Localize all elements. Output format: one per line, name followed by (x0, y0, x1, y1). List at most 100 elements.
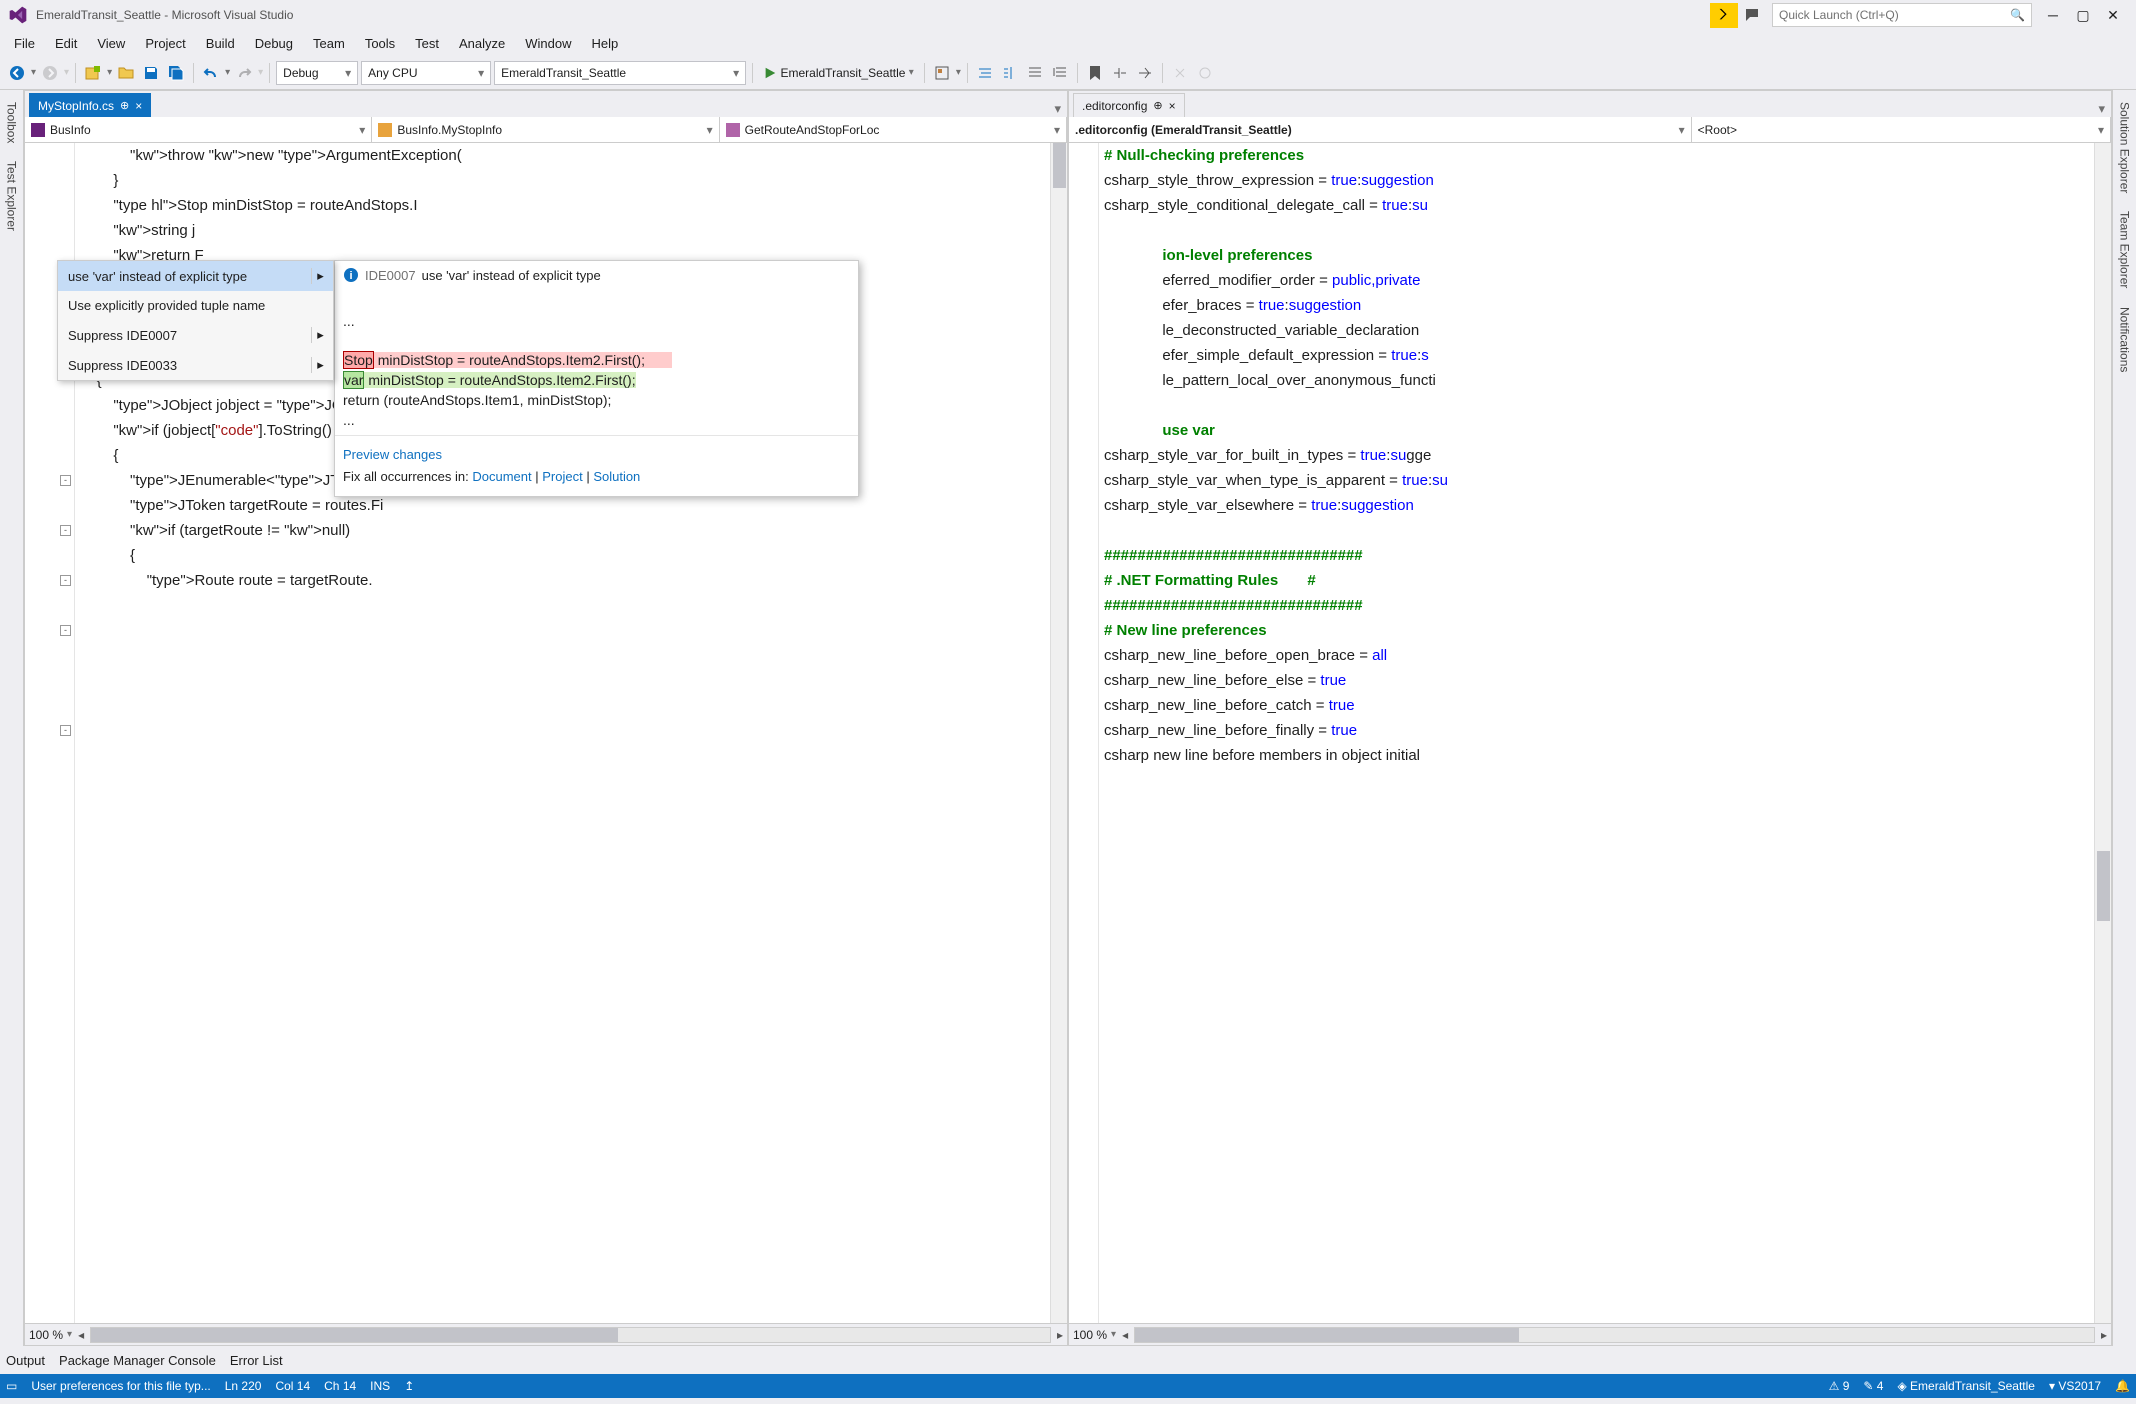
start-debug-button[interactable]: EmeraldTransit_Seattle ▾ (759, 61, 918, 85)
menu-view[interactable]: View (87, 33, 135, 54)
menu-build[interactable]: Build (196, 33, 245, 54)
left-vscrollbar[interactable] (1050, 143, 1067, 1323)
tab-editorconfig[interactable]: .editorconfig ⊕ × (1073, 93, 1185, 117)
preview-description: use 'var' instead of explicit type (422, 268, 601, 283)
status-errors[interactable]: ✎ 4 (1863, 1379, 1883, 1393)
sidebar-tab-test-explorer[interactable]: Test Explorer (5, 155, 19, 237)
tab-output[interactable]: Output (6, 1353, 45, 1368)
menu-analyze[interactable]: Analyze (449, 33, 515, 54)
close-tab-icon[interactable]: × (1169, 99, 1176, 113)
outline-toggle[interactable]: - (60, 625, 71, 636)
status-notifications-icon[interactable]: 🔔 (2115, 1379, 2130, 1393)
toolbar-btn-4[interactable] (1024, 61, 1046, 85)
minimize-button[interactable]: ─ (2038, 5, 2068, 25)
maximize-button[interactable]: ▢ (2068, 5, 2098, 25)
platform-combo[interactable]: Any CPU▾ (361, 61, 491, 85)
toolbar-btn-3[interactable] (999, 61, 1021, 85)
status-ch[interactable]: Ch 14 (324, 1379, 356, 1393)
status-vs-version[interactable]: ▾ VS2017 (2049, 1379, 2101, 1393)
nav-namespace-combo[interactable]: BusInfo▾ (25, 117, 372, 142)
code-line: eferred_modifier_order = public,private (1104, 268, 2093, 293)
new-project-button[interactable] (82, 61, 104, 85)
status-warnings[interactable]: ⚠ 9 (1829, 1379, 1850, 1393)
right-code-editor[interactable]: # Null-checking preferencescsharp_style_… (1069, 143, 2111, 1323)
sidebar-tab-solution-explorer[interactable]: Solution Explorer (2118, 96, 2132, 199)
undo-button[interactable] (200, 61, 222, 85)
pin-icon[interactable]: ⊕ (1153, 99, 1162, 112)
code-line: "type">Route route = targetRoute. (80, 568, 1049, 593)
tab-mystopinfo[interactable]: MyStopInfo.cs ⊕ × (29, 93, 151, 117)
nav-back-button[interactable] (6, 61, 28, 85)
chevron-down-icon[interactable]: ▾ (1048, 101, 1067, 117)
menu-tools[interactable]: Tools (355, 33, 405, 54)
menu-project[interactable]: Project (135, 33, 195, 54)
save-button[interactable] (140, 61, 162, 85)
right-gutter (1069, 143, 1099, 1323)
right-zoom-level[interactable]: 100 % (1073, 1328, 1107, 1342)
chevron-down-icon[interactable]: ▾ (31, 67, 36, 78)
fix-document-link[interactable]: Document (472, 469, 531, 484)
close-button[interactable]: ✕ (2098, 5, 2128, 25)
open-file-button[interactable] (115, 61, 137, 85)
code-line: "kw">if (targetRoute != "kw">null) (80, 518, 1049, 543)
menu-file[interactable]: File (4, 33, 45, 54)
right-hscrollbar[interactable] (1134, 1327, 2095, 1343)
chevron-down-icon[interactable]: ▾ (956, 67, 961, 78)
toolbar-btn-6[interactable] (1109, 61, 1131, 85)
submenu-arrow-icon: ▸ (311, 268, 323, 284)
status-ln[interactable]: Ln 220 (225, 1379, 262, 1393)
right-vscrollbar[interactable] (2094, 143, 2111, 1323)
tab-error-list[interactable]: Error List (230, 1353, 283, 1368)
menu-team[interactable]: Team (303, 33, 355, 54)
outline-toggle[interactable]: - (60, 575, 71, 586)
tab-package-manager[interactable]: Package Manager Console (59, 1353, 216, 1368)
outline-toggle[interactable]: - (60, 475, 71, 486)
toolbar-btn-2[interactable] (974, 61, 996, 85)
status-col[interactable]: Col 14 (275, 1379, 310, 1393)
status-message: User preferences for this file typ... (31, 1379, 210, 1393)
menu-edit[interactable]: Edit (45, 33, 87, 54)
quick-launch-input[interactable]: Quick Launch (Ctrl+Q) 🔍 (1772, 3, 2032, 27)
left-hscrollbar[interactable] (90, 1327, 1051, 1343)
left-zoom-level[interactable]: 100 % (29, 1328, 63, 1342)
fix-solution-link[interactable]: Solution (593, 469, 640, 484)
preview-changes-link[interactable]: Preview changes (343, 447, 442, 462)
bookmark-icon[interactable] (1084, 61, 1106, 85)
nav-class-combo[interactable]: BusInfo.MyStopInfo▾ (372, 117, 719, 142)
nav-scope-combo[interactable]: <Root>▾ (1692, 117, 2111, 142)
menu-help[interactable]: Help (582, 33, 629, 54)
quick-action-item[interactable]: use 'var' instead of explicit type▸ (58, 261, 333, 291)
chevron-down-icon[interactable]: ▾ (107, 67, 112, 78)
save-all-button[interactable] (165, 61, 187, 85)
status-ready-icon: ▭ (6, 1379, 17, 1393)
status-project[interactable]: ◈ EmeraldTransit_Seattle (1897, 1379, 2035, 1393)
chevron-down-icon[interactable]: ▾ (225, 67, 230, 78)
menu-window[interactable]: Window (515, 33, 581, 54)
quick-action-item[interactable]: Use explicitly provided tuple name (58, 291, 333, 320)
feedback-icon[interactable] (1738, 3, 1766, 28)
quick-action-item[interactable]: Suppress IDE0007▸ (58, 320, 333, 350)
startup-project-combo[interactable]: EmeraldTransit_Seattle▾ (494, 61, 746, 85)
nav-file-combo[interactable]: .editorconfig (EmeraldTransit_Seattle)▾ (1069, 117, 1692, 142)
close-tab-icon[interactable]: × (135, 99, 142, 113)
outline-toggle[interactable]: - (60, 525, 71, 536)
menu-debug[interactable]: Debug (245, 33, 303, 54)
fix-project-link[interactable]: Project (542, 469, 582, 484)
sidebar-tab-notifications[interactable]: Notifications (2118, 301, 2132, 378)
toolbar-btn-7[interactable] (1134, 61, 1156, 85)
pin-icon[interactable]: ⊕ (120, 99, 129, 112)
sidebar-tab-toolbox[interactable]: Toolbox (5, 96, 19, 149)
chevron-down-icon[interactable]: ▾ (2092, 101, 2111, 117)
nav-method-combo[interactable]: GetRouteAndStopForLoc▾ (720, 117, 1067, 142)
redo-button[interactable] (233, 61, 255, 85)
menu-test[interactable]: Test (405, 33, 449, 54)
status-publish-icon[interactable]: ↥ (404, 1379, 414, 1393)
quick-action-item[interactable]: Suppress IDE0033▸ (58, 350, 333, 380)
config-combo[interactable]: Debug▾ (276, 61, 358, 85)
outline-toggle[interactable]: - (60, 725, 71, 736)
toolbar-btn-5[interactable] (1049, 61, 1071, 85)
status-ins[interactable]: INS (370, 1379, 390, 1393)
toolbar-btn-1[interactable] (931, 61, 953, 85)
sidebar-tab-team-explorer[interactable]: Team Explorer (2118, 205, 2132, 294)
flag-badge-icon[interactable] (1710, 3, 1738, 28)
